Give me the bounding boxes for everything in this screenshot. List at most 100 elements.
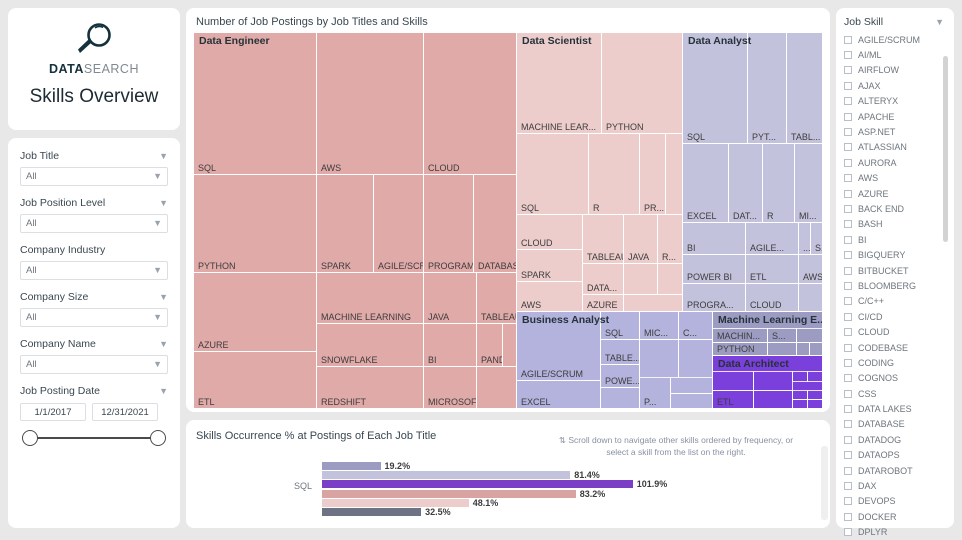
bar-segment[interactable] — [322, 480, 633, 489]
job-skill-list[interactable]: AGILE/SCRUM AI/ML AIRFLOW AJAX ALTERYX APACHE… — [844, 32, 948, 540]
treemap-tile[interactable]: POWER BI — [683, 254, 746, 284]
treemap-tile[interactable] — [476, 366, 516, 408]
treemap-tile[interactable] — [807, 399, 822, 408]
skill-list-item[interactable]: DATA LAKES — [844, 401, 948, 416]
treemap-tile[interactable] — [657, 263, 682, 295]
filter-job-posting-date-head[interactable]: Job Posting Date ▼ — [20, 385, 168, 397]
skill-checkbox[interactable] — [844, 266, 852, 275]
bar-segment[interactable] — [322, 471, 571, 480]
skill-list-item[interactable]: AJAX — [844, 78, 948, 93]
skill-list-item[interactable]: AI/ML — [844, 47, 948, 62]
treemap-tile[interactable] — [792, 399, 808, 408]
treemap-tile[interactable]: PYTHON — [194, 174, 317, 273]
treemap-tile[interactable]: ETL — [194, 351, 317, 408]
treemap-tile[interactable]: SPARK — [517, 249, 583, 282]
treemap-tile[interactable]: AWS — [798, 254, 822, 284]
treemap-tile[interactable] — [670, 393, 712, 408]
treemap-tile[interactable]: PYTHON — [713, 342, 768, 355]
skill-list-item[interactable]: CLOUD — [844, 324, 948, 339]
skill-checkbox[interactable] — [844, 220, 852, 229]
skill-list-item[interactable]: BI — [844, 232, 948, 247]
treemap-tile[interactable] — [623, 294, 682, 311]
skill-checkbox[interactable] — [844, 312, 852, 321]
filter-company-name-select[interactable]: All ▼ — [20, 355, 168, 374]
treemap-tile[interactable]: AWS — [517, 281, 583, 311]
treemap-tile[interactable]: AZURE — [194, 272, 317, 352]
slider-handle-start[interactable] — [22, 430, 38, 446]
treemap-group[interactable]: MACHINE LEAR... PYTHON SQL R PR... CLOUD TABLE… — [517, 33, 682, 311]
treemap-tile[interactable]: CLOUD — [423, 33, 516, 175]
bar-segment[interactable] — [322, 489, 576, 498]
filter-company-name-head[interactable]: Company Name ▼ — [20, 338, 168, 350]
chevron-down-icon[interactable]: ▼ — [935, 17, 944, 27]
skill-checkbox[interactable] — [844, 435, 852, 444]
skill-list-item[interactable]: CI/CD — [844, 309, 948, 324]
treemap-tile[interactable] — [807, 390, 822, 400]
treemap-tile[interactable]: CLOUD — [517, 214, 583, 250]
skill-list-item[interactable]: DATAOPS — [844, 448, 948, 463]
treemap-tile[interactable]: MIC... — [639, 312, 679, 340]
skill-list-item[interactable]: APACHE — [844, 109, 948, 124]
skill-list-item[interactable]: DATAROBOT — [844, 463, 948, 478]
treemap-group[interactable]: SQL AWS CLOUD PYTHON SPARK AGILE/SCRUM PROGRAM… — [194, 33, 516, 408]
skill-checkbox[interactable] — [844, 497, 852, 506]
treemap-tile[interactable]: MICROSOFT — [423, 366, 477, 408]
treemap-tile[interactable]: REDSHIFT — [316, 366, 424, 408]
filter-company-size-select[interactable]: All ▼ — [20, 308, 168, 327]
chevron-down-icon[interactable]: ▼ — [159, 339, 168, 349]
skill-list-item[interactable]: C/C++ — [844, 294, 948, 309]
treemap-tile[interactable]: AGILE... — [745, 222, 799, 255]
treemap-tile[interactable] — [665, 133, 682, 215]
treemap-tile[interactable]: SPARK — [316, 174, 374, 273]
treemap-tile[interactable]: DATA... — [582, 263, 624, 295]
skill-list-item[interactable]: BLOOMBERG — [844, 278, 948, 293]
bar-segment[interactable] — [322, 498, 469, 507]
skill-checkbox[interactable] — [844, 112, 852, 121]
treemap-visual[interactable]: SQL AWS CLOUD PYTHON SPARK AGILE/SCRUM PROGRAM… — [194, 33, 822, 408]
skill-checkbox[interactable] — [844, 128, 852, 137]
chevron-down-icon[interactable]: ▼ — [159, 151, 168, 161]
treemap-group[interactable]: SQL PYT... TABL... EXCEL DAT... R MI... BI AGILE… — [683, 33, 822, 311]
treemap-tile[interactable]: ... — [798, 222, 811, 255]
bar-segment[interactable] — [322, 508, 422, 516]
skill-list-item[interactable]: CSS — [844, 386, 948, 401]
skill-list-item[interactable]: DOCKER — [844, 509, 948, 524]
skill-list-item[interactable]: DATABASE — [844, 417, 948, 432]
treemap-tile[interactable]: JAVA — [423, 272, 477, 324]
treemap-tile[interactable]: S... — [767, 328, 797, 343]
treemap-tile[interactable]: POWE... — [600, 364, 640, 388]
job-skill-header[interactable]: Job Skill ▼ — [844, 16, 948, 28]
skill-list-item[interactable]: BASH — [844, 217, 948, 232]
skill-checkbox[interactable] — [844, 482, 852, 491]
treemap-tile[interactable] — [623, 263, 658, 295]
skill-checkbox[interactable] — [844, 374, 852, 383]
filter-job-title-head[interactable]: Job Title ▼ — [20, 150, 168, 162]
filter-job-position-level-select[interactable]: All ▼ — [20, 214, 168, 233]
job-skill-scrollbar[interactable] — [943, 56, 948, 242]
skill-checkbox[interactable] — [844, 281, 852, 290]
skill-list-item[interactable]: CODEBASE — [844, 340, 948, 355]
filter-company-industry-head[interactable]: Company Industry — [20, 244, 168, 256]
treemap-tile[interactable] — [670, 377, 712, 394]
treemap-tile[interactable]: P... — [639, 377, 671, 408]
filter-job-position-level-head[interactable]: Job Position Level ▼ — [20, 197, 168, 209]
treemap-tile[interactable] — [767, 342, 797, 355]
filter-job-title-select[interactable]: All ▼ — [20, 167, 168, 186]
treemap-tile[interactable]: SQL — [194, 33, 317, 175]
treemap-tile[interactable] — [792, 390, 808, 400]
treemap-tile[interactable] — [792, 371, 808, 382]
skill-checkbox[interactable] — [844, 35, 852, 44]
skill-list-item[interactable]: BITBUCKET — [844, 263, 948, 278]
skill-checkbox[interactable] — [844, 343, 852, 352]
treemap-tile[interactable]: PROGRAMMING — [423, 174, 474, 273]
skill-list-item[interactable]: BACK END — [844, 201, 948, 216]
skill-list-item[interactable]: CODING — [844, 355, 948, 370]
skill-checkbox[interactable] — [844, 297, 852, 306]
treemap-tile[interactable] — [753, 371, 793, 391]
treemap-tile[interactable]: TABLEAU — [582, 214, 624, 264]
skill-checkbox[interactable] — [844, 174, 852, 183]
treemap-tile[interactable] — [600, 387, 640, 408]
treemap-tile[interactable]: DAT... — [728, 143, 763, 223]
skill-list-item[interactable]: COGNOS — [844, 371, 948, 386]
treemap-tile[interactable] — [798, 283, 822, 311]
